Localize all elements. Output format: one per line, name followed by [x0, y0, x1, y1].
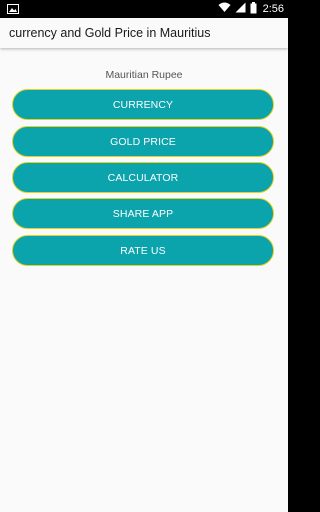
status-bar: 2:56 [0, 0, 288, 18]
image-icon [7, 3, 19, 15]
gold-price-button[interactable]: GOLD PRICE [12, 126, 274, 157]
app-screen: 2:56 currency and Gold Price in Mauritiu… [0, 0, 288, 512]
share-app-button[interactable]: SHARE APP [12, 198, 274, 229]
app-bar: currency and Gold Price in Mauritius [0, 18, 288, 48]
wifi-icon [218, 2, 231, 16]
status-icons: 2:56 [218, 0, 284, 18]
currency-button[interactable]: CURRENCY [12, 89, 274, 120]
battery-icon [250, 1, 257, 17]
clock: 2:56 [262, 3, 284, 15]
rate-us-button[interactable]: RATE US [12, 235, 274, 266]
signal-icon [235, 2, 246, 16]
app-title: currency and Gold Price in Mauritius [9, 26, 211, 40]
calculator-button[interactable]: CALCULATOR [12, 162, 274, 193]
currency-subtitle: Mauritian Rupee [105, 69, 183, 81]
